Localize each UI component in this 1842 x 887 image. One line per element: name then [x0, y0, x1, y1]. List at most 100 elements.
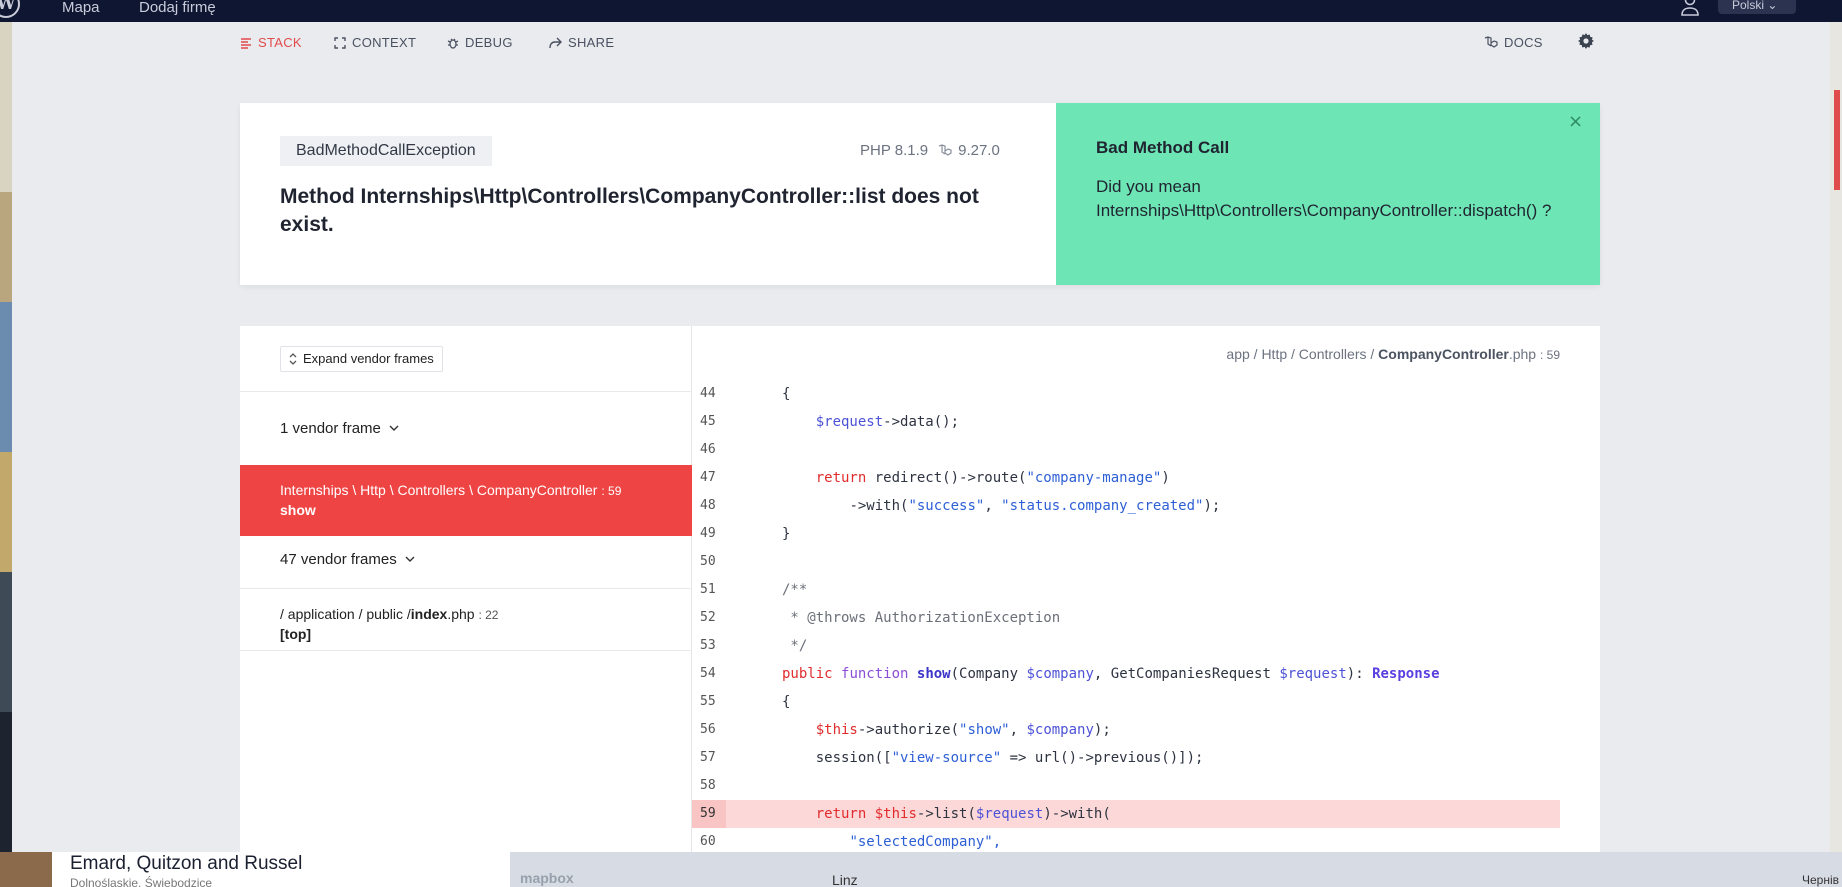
line-number[interactable]: 60: [700, 828, 726, 852]
tab-stack-label: STACK: [258, 35, 302, 50]
code-text: (Company: [950, 666, 1027, 682]
code-text: ->authorize(: [857, 722, 960, 738]
line-number[interactable]: 48: [700, 492, 726, 520]
line-number[interactable]: 50: [700, 548, 726, 576]
background-map: [510, 852, 1842, 887]
code-comment: */: [782, 638, 808, 654]
code-token: "success": [908, 498, 985, 514]
code-token: $request: [975, 806, 1044, 822]
chevron-down-icon: ⌄: [1767, 0, 1778, 12]
site-header: W Mapa Dodaj firmę Polski ⌄: [0, 0, 1842, 22]
code-text: ->data();: [883, 414, 960, 430]
expand-vendor-frames-button[interactable]: Expand vendor frames: [280, 346, 443, 372]
frame-line-number: : 59: [601, 484, 622, 498]
code-token: $request: [1279, 666, 1347, 682]
background-photo: [0, 452, 12, 572]
line-number[interactable]: 59: [700, 800, 726, 828]
code-text: {: [782, 694, 791, 710]
vendor-frame-group-label: 1 vendor frame: [280, 420, 381, 437]
code-line: 48 ->with("success", "status.company_cre…: [692, 492, 1560, 520]
line-number[interactable]: 44: [700, 380, 726, 408]
stack-frame[interactable]: / application / public /index.php : 22: [280, 606, 498, 622]
code-line: 47 return redirect()->route("company-man…: [692, 464, 1560, 492]
vendor-frame-group[interactable]: 47 vendor frames: [280, 551, 415, 568]
exception-class[interactable]: BadMethodCallException: [280, 136, 492, 166]
tab-context[interactable]: CONTEXT: [334, 35, 416, 50]
file-dirs: app / Http / Controllers /: [1226, 346, 1375, 362]
code-token: "view-source": [891, 750, 1002, 766]
line-number[interactable]: 51: [700, 576, 726, 604]
wordpress-logo[interactable]: W: [0, 0, 20, 18]
code-line: 58: [692, 772, 1560, 800]
file-path[interactable]: app / Http / Controllers / CompanyContro…: [1226, 346, 1560, 362]
line-number[interactable]: 58: [700, 772, 726, 800]
code-line: 49}: [692, 520, 1560, 548]
line-number[interactable]: 52: [700, 604, 726, 632]
code-text: ,: [1009, 722, 1027, 738]
code-line: 52 * @throws AuthorizationException: [692, 604, 1560, 632]
code-token: function: [841, 666, 909, 682]
user-icon[interactable]: [1680, 0, 1700, 16]
tab-context-label: CONTEXT: [352, 35, 417, 50]
code-line: 53 */: [692, 632, 1560, 660]
tab-stack[interactable]: STACK: [240, 35, 302, 50]
file-name: CompanyController: [1378, 346, 1509, 362]
line-number[interactable]: 55: [700, 688, 726, 716]
chevron-updown-icon: [289, 353, 297, 365]
close-icon[interactable]: ×: [1568, 111, 1583, 132]
docs-label: DOCS: [1504, 35, 1543, 50]
chevron-down-icon: [405, 556, 415, 562]
code-text: ): [1161, 470, 1170, 486]
solution-panel: × Bad Method Call Did you mean Internshi…: [1056, 103, 1600, 285]
error-toolbar: STACK CONTEXT DEBUG SHARE DOCS: [12, 22, 1830, 62]
code-token: $request: [815, 414, 884, 430]
tab-share-label: SHARE: [568, 35, 615, 50]
line-number[interactable]: 45: [700, 408, 726, 436]
vendor-frame-group-label: 47 vendor frames: [280, 551, 397, 568]
company-name[interactable]: Emard, Quitzon and Russel: [70, 853, 302, 875]
stack-frame-selected[interactable]: Internships \ Http \ Controllers \ Compa…: [240, 465, 692, 536]
code-token: "company-manage": [1026, 470, 1162, 486]
gear-icon[interactable]: [1578, 33, 1594, 49]
code-text: {: [782, 386, 791, 402]
background-photo: [0, 192, 12, 302]
expand-icon: [334, 36, 346, 49]
code-line: 51 /**: [692, 576, 1560, 604]
background-photo: [0, 712, 12, 852]
laravel-icon: [1484, 36, 1498, 48]
frame-class: Internships \ Http \ Controllers \ Compa…: [280, 482, 598, 498]
code-token: "selectedCompany",: [849, 834, 1002, 850]
line-number[interactable]: 46: [700, 436, 726, 464]
tab-debug[interactable]: DEBUG: [447, 35, 513, 50]
language-select[interactable]: Polski ⌄: [1718, 0, 1796, 14]
vendor-frame-group[interactable]: 1 vendor frame: [280, 420, 399, 437]
code-text: => url()->previous()]);: [1001, 750, 1204, 766]
code-line: 46: [692, 436, 1560, 464]
line-number[interactable]: 54: [700, 660, 726, 688]
background-photo: [0, 22, 12, 192]
line-number[interactable]: 47: [700, 464, 726, 492]
docs-link[interactable]: DOCS: [1484, 35, 1543, 50]
tab-share[interactable]: SHARE: [549, 35, 614, 50]
line-number[interactable]: 56: [700, 716, 726, 744]
code-comment: /**: [782, 582, 808, 598]
laravel-icon: [938, 144, 952, 156]
line-number[interactable]: 57: [700, 744, 726, 772]
code-token: public: [782, 666, 833, 682]
code-text: ):: [1346, 666, 1373, 682]
frame-path: Internships \ Http \ Controllers \ Compa…: [280, 482, 621, 498]
solution-description: Did you mean Internships\Http\Controller…: [1096, 177, 1552, 220]
code-line: 50: [692, 548, 1560, 576]
error-summary-card: BadMethodCallException PHP 8.1.9 9.27.0 …: [240, 103, 1600, 285]
nav-link-add-company[interactable]: Dodaj firmę: [139, 0, 216, 16]
map-region-label: Чернів: [1802, 873, 1840, 887]
language-value: Polski: [1732, 0, 1765, 12]
code-text: , GetCompaniesRequest: [1093, 666, 1280, 682]
code-text: ->with(: [849, 498, 909, 514]
line-number[interactable]: 53: [700, 632, 726, 660]
code-line: 55 {: [692, 688, 1560, 716]
solution-title: Bad Method Call: [1096, 138, 1230, 157]
line-number[interactable]: 49: [700, 520, 726, 548]
code-text: session([: [815, 750, 892, 766]
nav-link-mapa[interactable]: Mapa: [62, 0, 100, 16]
